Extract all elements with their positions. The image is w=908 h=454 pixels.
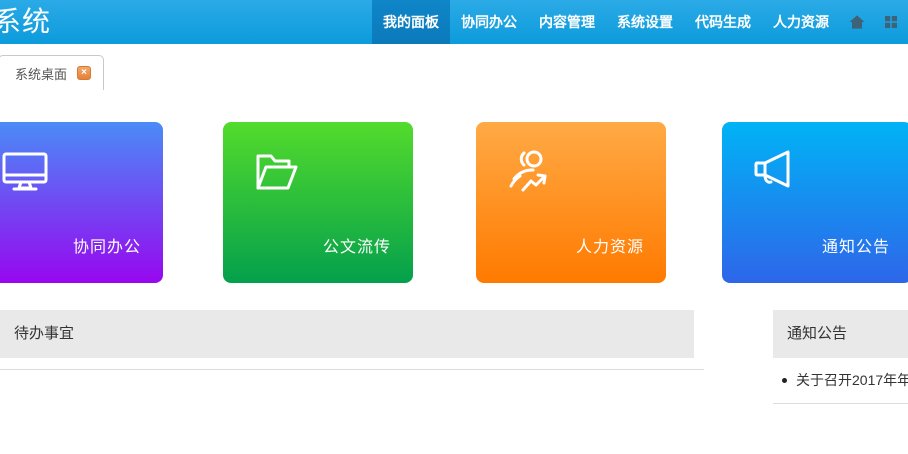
- tab-bar: 系统桌面 ×: [0, 44, 908, 90]
- person-growth-icon: [504, 146, 556, 198]
- main-nav: 我的面板 协同办公 内容管理 系统设置 代码生成 人力资源: [372, 0, 908, 44]
- tile-label: 通知公告: [822, 233, 890, 257]
- tile-collab-office[interactable]: 协同办公: [0, 122, 163, 283]
- top-header: 系统 我的面板 协同办公 内容管理 系统设置 代码生成 人力资源: [0, 0, 908, 44]
- tile-label: 人力资源: [576, 233, 644, 257]
- notice-panel-title: 通知公告: [787, 325, 847, 342]
- todo-panel-title: 待办事宜: [14, 325, 74, 342]
- tab-close-icon[interactable]: ×: [77, 66, 91, 80]
- open-folder-icon: [251, 146, 303, 198]
- nav-item-hr[interactable]: 人力资源: [762, 0, 840, 44]
- nav-item-my-panel[interactable]: 我的面板: [372, 0, 450, 44]
- tile-label: 协同办公: [73, 233, 141, 257]
- notice-list-item[interactable]: 关于召开2017年年: [773, 366, 908, 394]
- app-logo: 系统: [0, 0, 51, 44]
- nav-item-collab-office[interactable]: 协同办公: [450, 0, 528, 44]
- nav-item-content-mgmt[interactable]: 内容管理: [528, 0, 606, 44]
- nav-item-code-gen[interactable]: 代码生成: [684, 0, 762, 44]
- nav-item-system-settings[interactable]: 系统设置: [606, 0, 684, 44]
- app-window: 系统 我的面板 协同办公 内容管理 系统设置 代码生成 人力资源 系统桌面 ×: [0, 0, 908, 454]
- tab-label: 系统桌面: [15, 64, 67, 83]
- bullet-icon: [782, 378, 787, 383]
- notice-panel-divider: [773, 403, 908, 404]
- monitor-icon: [0, 146, 51, 198]
- tile-document-flow[interactable]: 公文流传: [223, 122, 413, 283]
- grid-icon[interactable]: [874, 0, 908, 44]
- todo-panel-header: 待办事宜: [0, 310, 694, 358]
- home-icon[interactable]: [840, 0, 874, 44]
- tab-system-desktop[interactable]: 系统桌面 ×: [0, 55, 104, 90]
- notice-panel-header: 通知公告: [773, 310, 908, 358]
- tile-label: 公文流传: [323, 233, 391, 257]
- tile-notice[interactable]: 通知公告: [722, 122, 908, 283]
- todo-panel-divider: [0, 369, 704, 370]
- notice-item-text: 关于召开2017年年: [796, 370, 908, 390]
- megaphone-icon: [750, 146, 802, 198]
- tile-hr[interactable]: 人力资源: [476, 122, 666, 283]
